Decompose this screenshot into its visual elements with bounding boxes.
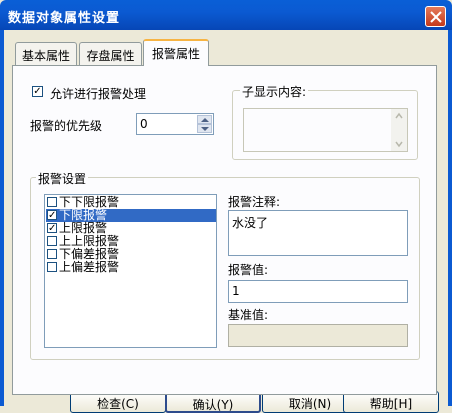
sub-display-scrollbar[interactable] [391, 109, 407, 151]
priority-spinner[interactable]: 0 [136, 113, 214, 135]
alarm-note-label: 报警注释: [228, 195, 281, 209]
list-item-checkbox[interactable]: ✓ [47, 210, 57, 221]
alarm-note-field[interactable]: 水没了 [228, 210, 408, 256]
arrow-down-icon [201, 127, 209, 131]
spin-up-button[interactable] [197, 115, 212, 124]
priority-label: 报警的优先级 [30, 119, 103, 133]
list-item-checkbox[interactable] [47, 262, 57, 272]
tab-basic[interactable]: 基本属性 [15, 42, 77, 66]
enable-alarm-checkbox[interactable]: ✓ [32, 86, 43, 97]
enable-alarm-label: 允许进行报警处理 [50, 87, 147, 101]
scroll-down-icon [395, 141, 403, 148]
sub-display-title: 子显示内容: [240, 83, 309, 100]
window-frame-left [0, 30, 4, 406]
list-item-checkbox[interactable] [47, 236, 57, 246]
window-frame-right [448, 30, 452, 406]
window-title: 数据对象属性设置 [8, 11, 121, 26]
list-item-checkbox[interactable] [47, 197, 57, 207]
title-bar: 数据对象属性设置 [0, 0, 452, 30]
close-button[interactable] [425, 6, 446, 27]
list-item-checkbox[interactable] [47, 249, 57, 259]
list-item-high-deviation[interactable]: 上偏差报警 [46, 261, 216, 274]
base-value-field[interactable] [228, 324, 408, 347]
alarm-value-field[interactable]: 1 [228, 280, 408, 303]
sub-display-textarea[interactable] [243, 108, 408, 152]
tab-storage[interactable]: 存盘属性 [79, 42, 142, 66]
priority-value: 0 [140, 117, 148, 131]
close-icon [430, 11, 442, 23]
scroll-up-icon [395, 112, 403, 119]
alarm-settings-title: 报警设置 [36, 170, 89, 187]
scroll-up-button[interactable] [391, 109, 407, 123]
alarm-type-list[interactable]: 下下限报警 ✓ 下限报警 ✓ 上限报警 上上限报警 下偏差报警 上偏差报警 [44, 194, 217, 348]
spin-down-button[interactable] [197, 124, 212, 133]
alarm-value-label: 报警值: [228, 263, 269, 277]
arrow-up-icon [201, 118, 209, 122]
scroll-down-button[interactable] [391, 137, 407, 151]
spinner-buttons [197, 115, 212, 133]
base-value-label: 基准值: [228, 308, 269, 322]
list-item-checkbox[interactable]: ✓ [47, 223, 57, 234]
tab-alarm[interactable]: 报警属性 [143, 39, 209, 66]
list-item-label: 上偏差报警 [59, 260, 120, 274]
